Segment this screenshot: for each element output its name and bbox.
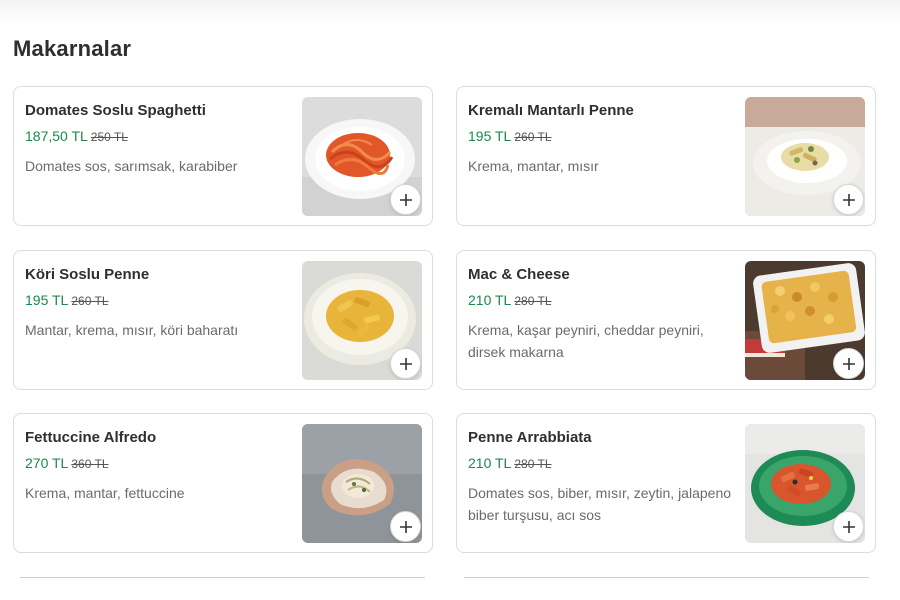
product-name: Köri Soslu Penne — [25, 266, 150, 283]
product-price: 210 TL 280 TL — [468, 455, 552, 471]
product-name: Kremalı Mantarlı Penne — [468, 102, 634, 119]
product-price: 195 TL 260 TL — [468, 128, 552, 144]
plus-icon — [842, 520, 855, 533]
product-description: Domates sos, sarımsak, karabiber — [25, 158, 238, 174]
divider-right — [464, 577, 869, 578]
plus-icon — [399, 193, 412, 206]
product-name: Mac & Cheese — [468, 266, 570, 283]
current-price: 195 TL — [468, 128, 512, 144]
product-card-kremali-mantarli-penne[interactable]: Kremalı Mantarlı Penne 195 TL 260 TL Krem… — [456, 86, 876, 226]
old-price: 280 TL — [514, 457, 552, 471]
current-price: 187,50 TL — [25, 128, 88, 144]
product-description: Krema, mantar, mısır — [468, 158, 599, 174]
old-price: 260 TL — [514, 130, 552, 144]
current-price: 210 TL — [468, 455, 512, 471]
add-to-cart-button[interactable] — [833, 184, 864, 215]
header-shadow — [0, 0, 900, 24]
old-price: 260 TL — [71, 294, 109, 308]
section-title: Makarnalar — [13, 36, 132, 61]
product-card-penne-arrabbiata[interactable]: Penne Arrabbiata 210 TL 280 TL Domates so… — [456, 413, 876, 553]
add-to-cart-button[interactable] — [833, 511, 864, 542]
old-price: 250 TL — [90, 130, 128, 144]
add-to-cart-button[interactable] — [390, 184, 421, 215]
product-card-mac-and-cheese[interactable]: Mac & Cheese 210 TL 280 TL Krema, kaşar p… — [456, 250, 876, 390]
product-name: Fettuccine Alfredo — [25, 429, 157, 446]
product-description: Mantar, krema, mısır, köri baharatı — [25, 322, 239, 338]
old-price: 360 TL — [71, 457, 109, 471]
current-price: 270 TL — [25, 455, 69, 471]
product-name: Penne Arrabbiata — [468, 429, 592, 446]
plus-icon — [399, 520, 412, 533]
divider-left — [20, 577, 425, 578]
product-price: 187,50 TL 250 TL — [25, 128, 128, 144]
current-price: 210 TL — [468, 292, 512, 308]
product-name: Domates Soslu Spaghetti — [25, 102, 206, 119]
product-card-fettuccine-alfredo[interactable]: Fettuccine Alfredo 270 TL 360 TL Krema, m… — [13, 413, 433, 553]
add-to-cart-button[interactable] — [833, 348, 864, 379]
curry-penne-plate-icon[interactable] — [302, 261, 422, 380]
product-price: 270 TL 360 TL — [25, 455, 109, 471]
spaghetti-plate-icon[interactable] — [302, 97, 422, 216]
old-price: 280 TL — [514, 294, 552, 308]
add-to-cart-button[interactable] — [390, 348, 421, 379]
product-price: 210 TL 280 TL — [468, 292, 552, 308]
current-price: 195 TL — [25, 292, 69, 308]
mac-cheese-tray-icon[interactable] — [745, 261, 865, 380]
arrabbiata-bowl-icon[interactable] — [745, 424, 865, 543]
creamy-penne-plate-icon[interactable] — [745, 97, 865, 216]
plus-icon — [399, 357, 412, 370]
product-description: Krema, kaşar peyniri, cheddar peyniri, d… — [468, 322, 704, 360]
fettuccine-bowl-icon[interactable] — [302, 424, 422, 543]
product-card-kori-soslu-penne[interactable]: Köri Soslu Penne 195 TL 260 TL Mantar, kr… — [13, 250, 433, 390]
product-card-domates-soslu-spaghetti[interactable]: Domates Soslu Spaghetti 187,50 TL 250 TL … — [13, 86, 433, 226]
plus-icon — [842, 193, 855, 206]
product-price: 195 TL 260 TL — [25, 292, 109, 308]
product-description: Krema, mantar, fettuccine — [25, 485, 185, 501]
product-description: Domates sos, biber, mısır, zeytin, jalap… — [468, 485, 732, 523]
plus-icon — [842, 357, 855, 370]
add-to-cart-button[interactable] — [390, 511, 421, 542]
